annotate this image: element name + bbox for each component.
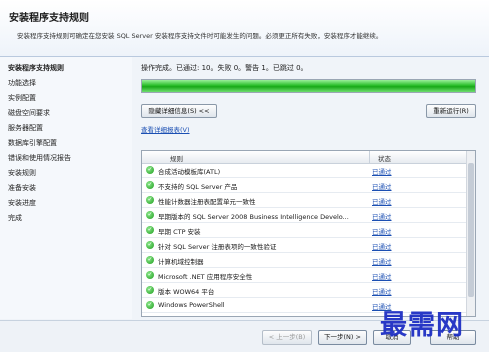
- sidebar-item-db-engine-config[interactable]: 数据库引擎配置: [8, 138, 57, 148]
- rule-name: 早期版本的 SQL Server 2008 Business Intellige…: [158, 213, 349, 221]
- column-header-status[interactable]: 状态: [378, 153, 391, 163]
- rule-name: 早期 CTP 安装: [158, 228, 201, 236]
- rule-name: 不支持的 SQL Server 产品: [158, 183, 238, 191]
- check-circle-icon: ✓: [146, 181, 154, 189]
- sidebar-item-instance-config[interactable]: 实例配置: [8, 93, 36, 103]
- sidebar-item-setup-support-rules[interactable]: 安装程序支持规则: [8, 63, 64, 73]
- rule-name: 性能计数器注册表配置单元一致性: [158, 198, 256, 206]
- status-link[interactable]: 已通过: [372, 271, 392, 281]
- status-link[interactable]: 已通过: [372, 286, 392, 296]
- rule-name: 针对 SQL Server 注册表项的一致性验证: [158, 243, 277, 251]
- progress-fill: [142, 80, 475, 92]
- table-row[interactable]: ✓ 合成活动模板库(ATL) 已通过: [142, 164, 466, 178]
- check-circle-icon: ✓: [146, 196, 154, 204]
- sidebar-item-ready-to-install[interactable]: 准备安装: [8, 183, 36, 193]
- sidebar-item-server-config[interactable]: 服务器配置: [8, 123, 43, 133]
- rerun-button[interactable]: 重新运行(R): [426, 104, 476, 118]
- sidebar-item-feature-selection[interactable]: 功能选择: [8, 78, 36, 88]
- rule-name: Microsoft .NET 应用程序安全性: [158, 273, 253, 281]
- check-circle-icon: ✓: [146, 256, 154, 264]
- vertical-scrollbar[interactable]: [466, 151, 475, 316]
- status-link[interactable]: 已通过: [372, 226, 392, 236]
- sidebar-item-install-rules[interactable]: 安装规则: [8, 168, 36, 178]
- column-header-rule[interactable]: 规则: [170, 153, 183, 163]
- check-circle-icon: ✓: [146, 301, 154, 309]
- sidebar-item-disk-space[interactable]: 磁盘空间要求: [8, 108, 50, 118]
- sidebar-item-complete[interactable]: 完成: [8, 213, 22, 223]
- status-link[interactable]: 已通过: [372, 211, 392, 221]
- operation-status: 操作完成。已通过: 10。失败 0。警告 1。已跳过 0。: [141, 64, 308, 72]
- table-row[interactable]: ✓ 性能计数器注册表配置单元一致性 已通过: [142, 194, 466, 208]
- check-circle-icon: ✓: [146, 241, 154, 249]
- rule-name: Windows PowerShell: [158, 301, 225, 309]
- table-row[interactable]: ✓ 版本 WOW64 平台 已通过: [142, 284, 466, 298]
- next-button[interactable]: 下一步(N) >: [318, 330, 367, 345]
- rules-table: 规则 状态 ✓ 合成活动模板库(ATL) 已通过 ✓ 不支持的 SQL Server 产…: [141, 150, 476, 317]
- status-link[interactable]: 已通过: [372, 166, 392, 176]
- watermark-logo: 最需网: [380, 310, 464, 341]
- hide-details-button[interactable]: 隐藏详细信息(S) <<: [141, 104, 217, 118]
- column-divider[interactable]: [369, 151, 370, 163]
- page-description: 安装程序支持规则可确定在您安装 SQL Server 安装程序支持文件时可能发生…: [17, 32, 383, 40]
- table-row[interactable]: ✓ 针对 SQL Server 注册表项的一致性验证 已通过: [142, 239, 466, 253]
- table-row[interactable]: ✓ Microsoft .NET 应用程序安全性 已通过: [142, 269, 466, 283]
- view-report-link[interactable]: 查看详细报表(V): [141, 124, 190, 134]
- scrollbar-thumb[interactable]: [468, 163, 474, 297]
- sidebar: 安装程序支持规则 功能选择 实例配置 磁盘空间要求 服务器配置 数据库引擎配置 …: [0, 57, 132, 319]
- table-row[interactable]: ✓ 计算机域控制器 已通过: [142, 254, 466, 268]
- rule-name: 计算机域控制器: [158, 258, 204, 266]
- check-circle-icon: ✓: [146, 166, 154, 174]
- rule-name: 版本 WOW64 平台: [158, 288, 215, 296]
- check-circle-icon: ✓: [146, 286, 154, 294]
- table-row[interactable]: ✓ 早期 CTP 安装 已通过: [142, 224, 466, 238]
- back-button[interactable]: < 上一步(B): [262, 330, 312, 345]
- status-link[interactable]: 已通过: [372, 241, 392, 251]
- header-banner: 安装程序支持规则 安装程序支持规则可确定在您安装 SQL Server 安装程序…: [0, 0, 489, 57]
- page-title: 安装程序支持规则: [9, 13, 89, 24]
- progress-bar: [141, 79, 476, 93]
- status-link[interactable]: 已通过: [372, 196, 392, 206]
- check-circle-icon: ✓: [146, 226, 154, 234]
- sidebar-item-error-reporting[interactable]: 错误和使用情况报告: [8, 153, 71, 163]
- check-circle-icon: ✓: [146, 211, 154, 219]
- main-panel: 操作完成。已通过: 10。失败 0。警告 1。已跳过 0。 隐藏详细信息(S) …: [133, 57, 481, 319]
- check-circle-icon: ✓: [146, 271, 154, 279]
- status-link[interactable]: 已通过: [372, 181, 392, 191]
- sidebar-item-install-progress[interactable]: 安装进度: [8, 198, 36, 208]
- table-row[interactable]: ✓ 不支持的 SQL Server 产品 已通过: [142, 179, 466, 193]
- rule-name: 合成活动模板库(ATL): [158, 168, 221, 176]
- table-header: 规则 状态: [142, 151, 475, 164]
- table-row[interactable]: ✓ 早期版本的 SQL Server 2008 Business Intellig…: [142, 209, 466, 223]
- status-link[interactable]: 已通过: [372, 256, 392, 266]
